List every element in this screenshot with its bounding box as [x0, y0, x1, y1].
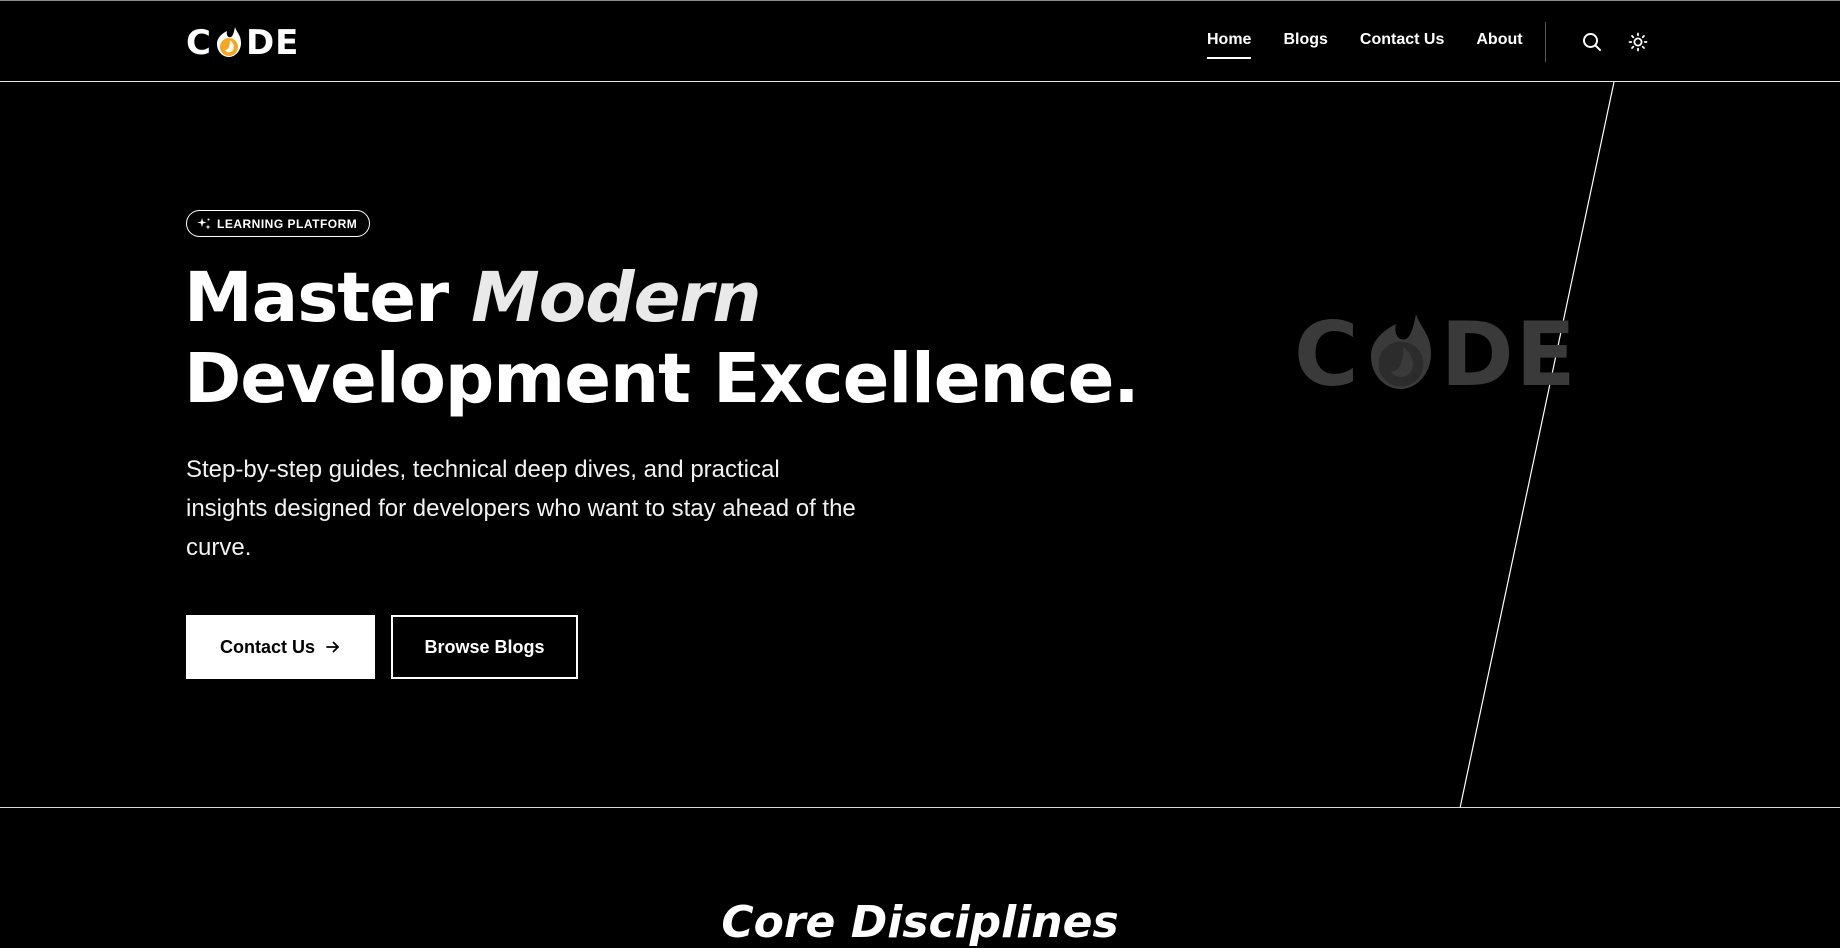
arrow-right-icon — [326, 641, 339, 653]
theme-toggle-button[interactable] — [1626, 30, 1650, 54]
search-button[interactable] — [1580, 30, 1604, 54]
headline-emphasis: Modern — [471, 258, 761, 338]
nav-divider — [1545, 22, 1546, 62]
headline-part1: Master — [184, 258, 472, 338]
hero-subtext: Step-by-step guides, technical deep dive… — [186, 456, 856, 561]
contact-us-button[interactable]: Contact Us — [186, 615, 375, 679]
diagonal-divider-line — [1459, 82, 1615, 807]
core-disciplines-title: Core Disciplines — [721, 897, 1119, 948]
sparkle-icon — [197, 217, 211, 229]
hero-headline: Master Modern Development Excellence. — [184, 258, 1140, 420]
background-logo: C DE — [1294, 303, 1578, 406]
bg-logo-suffix: DE — [1440, 302, 1578, 406]
learning-platform-badge: LEARNING PLATFORM — [186, 210, 371, 237]
site-header: C DE Home Blogs Contact Us About — [0, 0, 1840, 82]
nav-item-about[interactable]: About — [1476, 31, 1522, 49]
sun-icon — [1628, 32, 1648, 52]
main-nav: Home Blogs Contact Us About — [1207, 31, 1523, 59]
nav-item-blogs[interactable]: Blogs — [1283, 31, 1327, 49]
site-logo[interactable]: C DE — [186, 23, 300, 63]
flame-logo-icon — [216, 27, 241, 57]
nav-item-contact-us[interactable]: Contact Us — [1360, 31, 1444, 49]
logo-prefix: C — [186, 23, 212, 63]
logo-suffix: DE — [245, 23, 300, 63]
search-icon — [1583, 33, 1601, 51]
browse-blogs-button[interactable]: Browse Blogs — [391, 615, 578, 679]
hero-section: LEARNING PLATFORM Master Modern Developm… — [0, 82, 1840, 808]
bg-logo-prefix: C — [1294, 302, 1361, 406]
headline-line2: Development Excellence. — [184, 339, 1140, 419]
contact-us-button-label: Contact Us — [219, 636, 315, 657]
nav-item-home[interactable]: Home — [1207, 31, 1252, 59]
browse-blogs-button-label: Browse Blogs — [424, 636, 545, 657]
flame-logo-icon — [1370, 314, 1431, 389]
badge-label: LEARNING PLATFORM — [217, 216, 358, 231]
